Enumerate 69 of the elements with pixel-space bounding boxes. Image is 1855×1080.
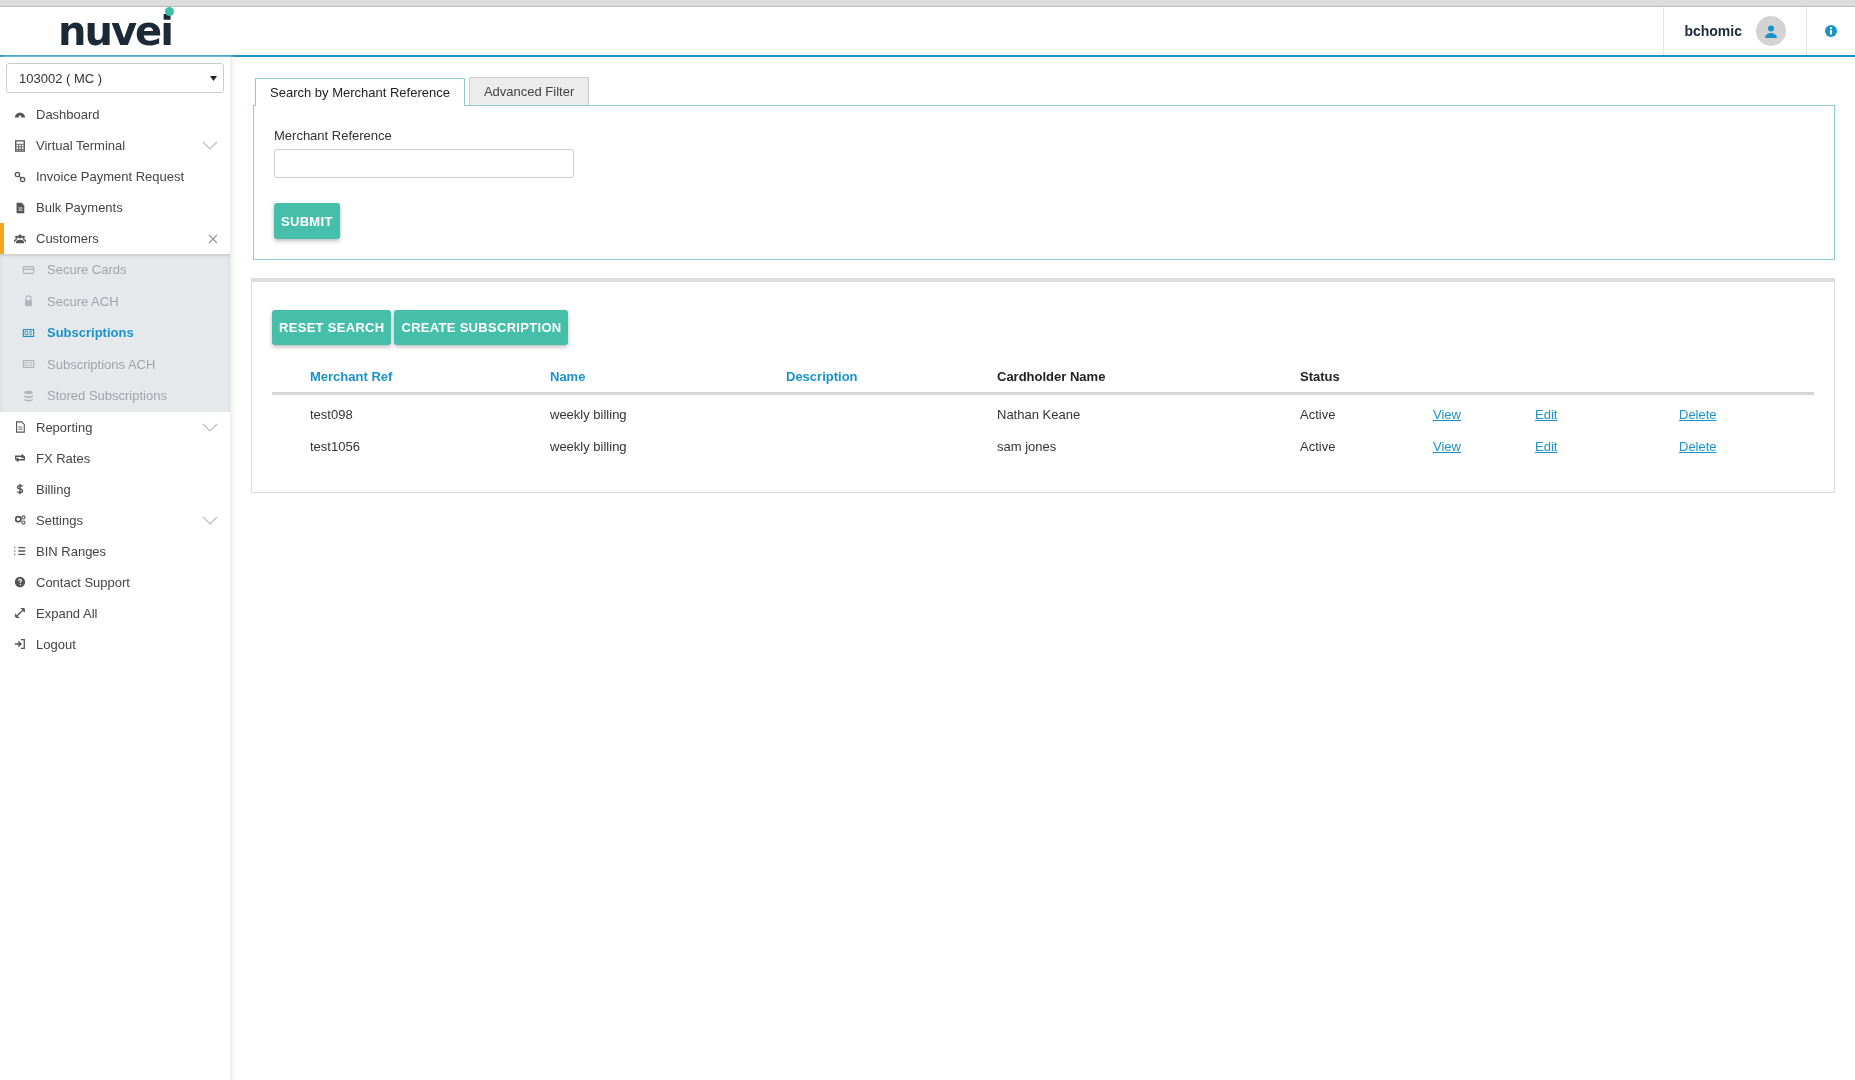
column-header[interactable]: Name (550, 368, 586, 384)
action-link[interactable]: View (1433, 438, 1461, 454)
sidebar-item[interactable]: Expand All (0, 597, 230, 629)
action-link[interactable]: View (1433, 406, 1461, 422)
sidebar-item[interactable]: Virtual Terminal (0, 130, 230, 161)
action-button[interactable]: RESET SEARCH (272, 310, 392, 345)
submenu-item[interactable]: Stored Subscriptions (0, 380, 230, 412)
table-cell: weekly billing (550, 406, 627, 422)
column-header[interactable]: Merchant Ref (310, 368, 393, 384)
id-card-icon (22, 358, 35, 371)
users-icon (14, 232, 26, 245)
info-icon[interactable] (1825, 25, 1837, 37)
list-icon (14, 545, 26, 557)
field-label: Merchant Reference (274, 128, 393, 143)
submenu-item[interactable]: Secure ACH (0, 285, 230, 317)
column-header: Status (1300, 368, 1340, 384)
tab[interactable]: Search by Merchant Reference (255, 78, 465, 106)
table-cell: Nathan Keane (997, 406, 1081, 422)
chevron-down-icon[interactable] (202, 515, 218, 525)
username: bchomic (1684, 23, 1742, 39)
sidebar-item[interactable]: Logout (0, 628, 230, 660)
table-cell: test1056 (310, 438, 360, 454)
dropdown-caret-icon[interactable] (210, 75, 217, 81)
action-button[interactable]: CREATE SUBSCRIPTION (394, 310, 569, 345)
document-icon (14, 201, 26, 214)
lock-icon (22, 295, 35, 308)
sidebar-item[interactable]: BIN Ranges (0, 535, 230, 567)
table-cell: Active (1300, 406, 1336, 422)
chevron-down-icon[interactable] (202, 141, 218, 150)
swap-arrows-icon (14, 452, 26, 464)
logout-icon (14, 638, 26, 650)
table-cell: Active (1300, 438, 1336, 454)
expand-icon (14, 607, 26, 619)
sidebar-item[interactable]: Dashboard (0, 99, 230, 130)
database-icon (22, 389, 35, 402)
document-icon (14, 421, 26, 433)
account-select[interactable]: 103002 ( MC ) (6, 63, 224, 93)
sidebar-item[interactable]: Billing (0, 473, 230, 505)
action-link[interactable]: Edit (1535, 406, 1558, 422)
submit-button[interactable]: SUBMIT (274, 203, 340, 239)
table-cell: weekly billing (550, 438, 627, 454)
submenu-item[interactable]: Subscriptions ACH (0, 348, 230, 380)
close-icon[interactable] (208, 233, 218, 244)
sidebar-item[interactable]: Settings (0, 504, 230, 536)
submenu-item[interactable]: Subscriptions (0, 317, 230, 349)
link-icon (14, 170, 26, 183)
column-header: Cardholder Name (997, 368, 1106, 384)
tab[interactable]: Advanced Filter (468, 77, 590, 105)
chevron-down-icon[interactable] (202, 422, 218, 432)
sidebar-item[interactable]: Reporting (0, 411, 230, 443)
column-header[interactable]: Description (786, 368, 858, 384)
user-avatar-icon[interactable] (1756, 16, 1786, 46)
dollar-icon (14, 483, 26, 495)
card-icon (22, 263, 35, 276)
submenu-item[interactable]: Secure Cards (0, 254, 230, 286)
action-link[interactable]: Delete (1679, 438, 1717, 454)
gears-icon (14, 514, 26, 526)
help-icon (14, 576, 26, 588)
calculator-icon (14, 139, 26, 152)
action-link[interactable]: Delete (1679, 406, 1717, 422)
sidebar-item[interactable]: Invoice Payment Request (0, 161, 230, 192)
sidebar-item[interactable]: FX Rates (0, 442, 230, 474)
table-cell: test098 (310, 406, 353, 422)
id-card-icon (22, 326, 35, 339)
sidebar-item[interactable]: Bulk Payments (0, 192, 230, 223)
input-field[interactable] (274, 149, 574, 178)
sidebar-item[interactable]: Contact Support (0, 566, 230, 598)
action-link[interactable]: Edit (1535, 438, 1558, 454)
table-cell: sam jones (997, 438, 1057, 454)
